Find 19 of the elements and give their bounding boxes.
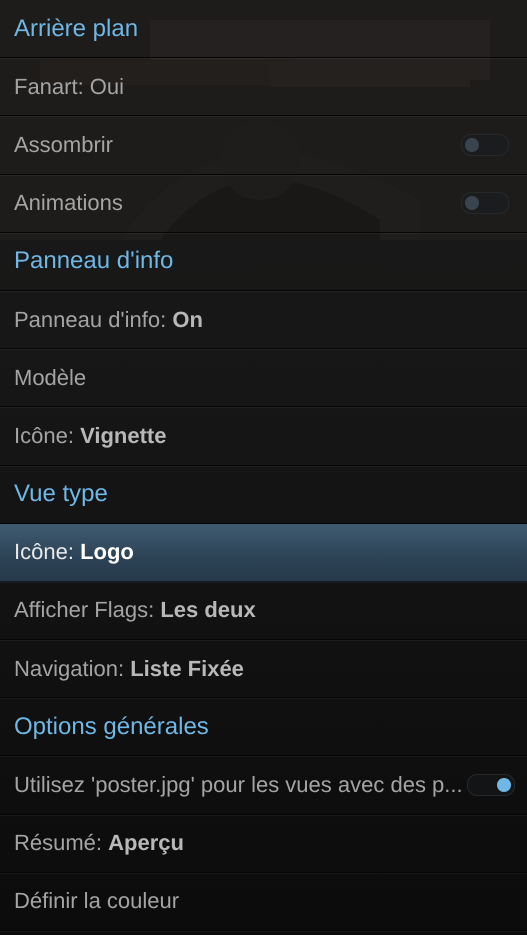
- toggle-switch[interactable]: [461, 134, 509, 156]
- toggle-switch[interactable]: [466, 774, 515, 796]
- setting-row[interactable]: Résumé: Aperçu: [0, 814, 527, 873]
- setting-row[interactable]: Navigation: Liste Fixée: [0, 640, 527, 698]
- setting-row[interactable]: Utilisez 'poster.jpg' pour les vues avec des p...: [0, 756, 527, 815]
- toggle-switch[interactable]: [461, 192, 509, 214]
- section-header: Arrière plan: [14, 14, 138, 43]
- section-header: Vue type: [14, 480, 108, 508]
- setting-row[interactable]: Panneau d'info: On: [0, 290, 527, 350]
- selected-setting-row[interactable]: Icône: Logo: [0, 524, 527, 582]
- section-header: Panneau d'info: [14, 247, 174, 276]
- setting-row[interactable]: Définir la couleur: [0, 872, 527, 931]
- setting-row[interactable]: Fanart: Oui: [0, 58, 527, 116]
- setting-row[interactable]: Assombrir: [0, 116, 527, 175]
- setting-row[interactable]: Icône: Vignette: [0, 407, 527, 466]
- setting-row[interactable]: Animations: [0, 174, 527, 233]
- setting-row[interactable]: Afficher Flags: Les deux: [0, 582, 527, 640]
- section-header: Options générales: [14, 712, 209, 741]
- setting-row[interactable]: Modèle: [0, 349, 527, 408]
